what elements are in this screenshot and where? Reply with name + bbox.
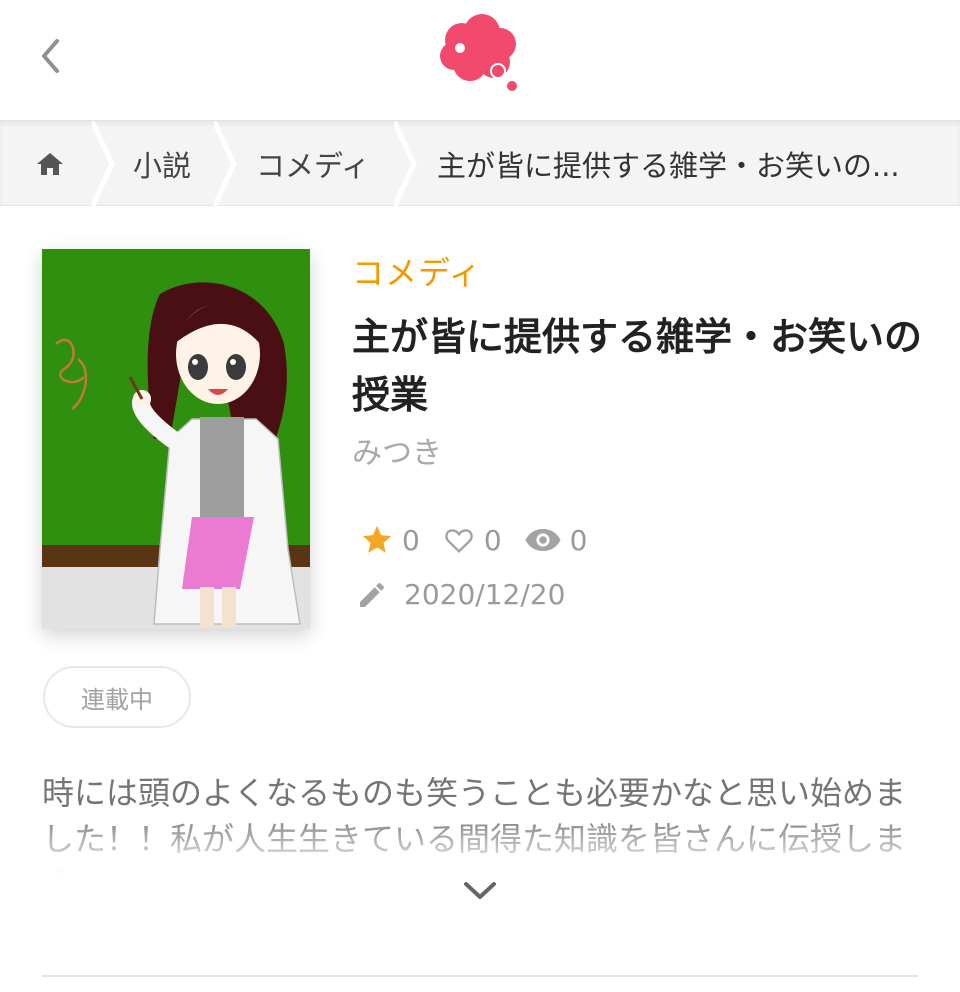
- book-cover[interactable]: [42, 249, 310, 629]
- book-genre[interactable]: コメディ: [352, 248, 482, 294]
- star-count-value: 0: [402, 523, 420, 557]
- chevron-down-icon: [464, 882, 496, 899]
- breadcrumb-separator: [394, 121, 417, 207]
- star-icon: [362, 525, 392, 553]
- book-author[interactable]: みつき: [352, 428, 442, 472]
- pencil-icon: [360, 582, 385, 607]
- section-divider: [42, 975, 918, 977]
- star-count: 0: [360, 523, 420, 557]
- breadcrumb-separator: [92, 121, 115, 207]
- app-header: [0, 0, 960, 120]
- breadcrumb-item-current: 主が皆に提供する雑学・お笑いの...: [437, 149, 900, 183]
- breadcrumb-separator: [214, 121, 237, 207]
- breadcrumb: 小説 コメディ 主が皆に提供する雑学・お笑いの...: [0, 120, 960, 207]
- eye-icon: [525, 529, 561, 551]
- expand-description-button[interactable]: [460, 874, 500, 908]
- thought-bubble-logo-icon: [440, 14, 517, 91]
- breadcrumb-home[interactable]: [30, 121, 70, 207]
- description-container: 時には頭のよくなるものも笑うことも必要かなと思い始めました！！私が人生生きている…: [42, 770, 920, 882]
- cover-illustration: [42, 249, 310, 629]
- book-stats: 0 0 0: [360, 518, 609, 562]
- breadcrumb-item-novel[interactable]: 小説: [133, 121, 191, 207]
- view-count: 0: [524, 523, 588, 557]
- back-button[interactable]: [30, 34, 70, 78]
- breadcrumb-item-comedy[interactable]: コメディ: [256, 121, 370, 207]
- description-fade: [42, 812, 920, 882]
- chevron-left-icon: [42, 39, 59, 73]
- view-count-value: 0: [569, 523, 588, 557]
- status-badge: 連載中: [43, 666, 191, 728]
- updated-date-value: 2020/12/20: [404, 578, 566, 611]
- like-count: 0: [442, 524, 502, 557]
- like-count-value: 0: [483, 523, 502, 557]
- book-title: 主が皆に提供する雑学・お笑いの授業: [352, 315, 923, 417]
- updated-date: 2020/12/20: [356, 578, 565, 611]
- heart-icon: [445, 529, 473, 554]
- home-icon: [37, 153, 63, 175]
- app-logo[interactable]: [432, 10, 524, 96]
